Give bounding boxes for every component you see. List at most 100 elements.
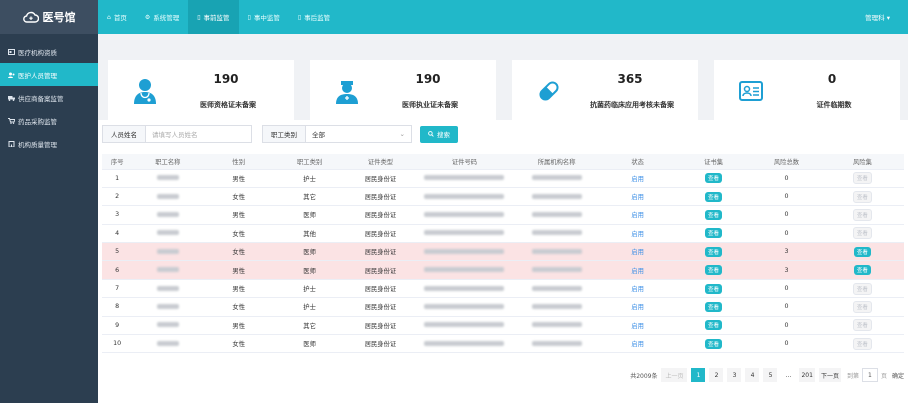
view-risk-button[interactable]: 查看 [853,265,871,276]
id-type: 居民身份证 [345,297,416,317]
goto-confirm-button[interactable]: 确定 [892,371,904,380]
table-row[interactable]: 8 女性 护士 居民身份证 启用 查看 0 查看 [102,297,904,317]
gender: 女性 [203,187,275,207]
row-index: 2 [102,187,133,207]
category-select[interactable]: 全部 ⌄ [306,125,412,143]
sidebar-item-3[interactable]: 药品采购监管 [0,109,98,132]
status-link[interactable]: 启用 [631,268,644,275]
id-number-redacted [415,334,514,354]
row-index: 5 [102,242,133,262]
stat-card-practice-license[interactable]: 190 医师执业证未备案 [310,60,496,122]
status: 启用 [600,242,676,262]
main-area: 190 医师资格证未备案 190 医师执业证未备案 365 抗菌药临床应用考核未… [98,34,908,403]
top-nav: ⌂ 首页 ⚙ 系统管理 ▯ 事前监管 ▯ 事中监管 ▯ 事后监管 管理科 ▾ [98,0,908,34]
name-search-input[interactable]: 请填写人员姓名 [146,125,252,143]
riskset-cell: 查看 [820,205,904,225]
table-row[interactable]: 7 男性 护士 居民身份证 启用 查看 0 查看 [102,279,904,299]
page-button[interactable]: 4 [745,368,760,382]
page-button-last[interactable]: 201 [799,368,815,382]
tab-2[interactable]: ▯ 事前监管 [188,0,239,34]
sidebar-item-4[interactable]: 机构质量管理 [0,132,98,155]
staff-name-redacted [132,279,204,299]
view-cert-button[interactable]: 查看 [705,209,723,220]
cert-cell: 查看 [675,316,753,336]
cert-cell: 查看 [675,224,753,244]
next-page-button[interactable]: 下一页 [818,368,841,382]
page-button[interactable]: 1 [691,368,706,382]
search-button-label: 搜索 [437,131,450,139]
cert-cell: 查看 [675,297,753,317]
status-link[interactable]: 启用 [631,176,644,183]
status-link[interactable]: 启用 [631,304,644,311]
table-row[interactable]: 10 女性 医师 居民身份证 启用 查看 0 查看 [102,334,904,354]
risk-count: 0 [752,169,821,188]
bookmark-icon: ▯ [197,13,201,21]
row-index: 6 [102,260,133,280]
view-cert-button[interactable]: 查看 [705,228,723,239]
search-button[interactable]: 搜索 [420,125,458,143]
status: 启用 [600,334,676,354]
table-body: 1 男性 护士 居民身份证 启用 查看 0 查看 2 女性 其它 居民身份证 启用 查看 0 查看 3 男性 医师居… [102,169,904,354]
table-row[interactable]: 5 女性 医师 居民身份证 启用 查看 3 查看 [102,242,904,262]
risk-count: 3 [752,242,821,262]
table-row[interactable]: 3 男性 医师 居民身份证 启用 查看 0 查看 [102,205,904,225]
app-logo[interactable]: 医号馆 [0,0,98,34]
sidebar-item-1[interactable]: 医护人员管理 [0,63,98,86]
app-title: 医号馆 [42,11,76,24]
status-link[interactable]: 启用 [631,286,644,293]
status-link[interactable]: 启用 [631,194,644,201]
column-header: 所属机构名称 [513,154,601,170]
sidebar-item-0[interactable]: 医疗机构资质 [0,40,98,63]
status-link[interactable]: 启用 [631,341,644,348]
sidebar-item-2[interactable]: 供应商备案监管 [0,86,98,109]
stat-card-expiring-certs[interactable]: 0 证件临期数 [714,60,900,122]
view-cert-button[interactable]: 查看 [705,283,723,294]
tab-4[interactable]: ▯ 事后监管 [289,0,339,34]
id-number-redacted [415,205,514,225]
id-type: 居民身份证 [345,242,416,262]
table-row[interactable]: 9 男性 其它 居民身份证 启用 查看 0 查看 [102,316,904,336]
table-row[interactable]: 1 男性 护士 居民身份证 启用 查看 0 查看 [102,169,904,188]
page-button[interactable]: 2 [709,368,724,382]
column-header: 证书集 [675,154,753,170]
table-row[interactable]: 4 女性 其他 居民身份证 启用 查看 0 查看 [102,224,904,244]
goto-page-input[interactable]: 1 [861,368,878,382]
page-button[interactable]: 5 [763,368,778,382]
view-cert-button[interactable]: 查看 [705,338,723,349]
sidebar-item-label: 医护人员管理 [18,71,57,80]
stat-value: 190 [213,72,239,86]
status-link[interactable]: 启用 [631,231,644,238]
tab-1[interactable]: ⚙ 系统管理 [136,0,188,34]
stat-card-antibiotic-exam[interactable]: 365 抗菌药临床应用考核未备案 [512,60,698,122]
table-row[interactable]: 2 女性 其它 居民身份证 启用 查看 0 查看 [102,187,904,207]
view-cert-button[interactable]: 查看 [705,301,723,312]
table-row[interactable]: 6 男性 医师 居民身份证 启用 查看 3 查看 [102,260,904,280]
view-cert-button[interactable]: 查看 [705,246,723,257]
staff-category: 护士 [274,297,345,317]
staff-category: 其它 [274,316,345,336]
user-menu[interactable]: 管理科 ▾ [865,0,908,34]
tab-3[interactable]: ▯ 事中监管 [239,0,289,34]
view-cert-button[interactable]: 查看 [705,173,723,184]
status: 启用 [600,224,676,244]
bookmark-icon: ▯ [297,13,302,21]
institution-redacted [513,297,601,317]
column-header: 风险总数 [752,154,821,170]
view-cert-button[interactable]: 查看 [705,191,723,202]
status-link[interactable]: 启用 [631,249,644,256]
status: 启用 [600,297,676,317]
prev-page-button[interactable]: 上一页 [661,368,688,382]
page-button[interactable]: 3 [727,368,742,382]
view-risk-button[interactable]: 查看 [853,246,871,257]
view-cert-button[interactable]: 查看 [705,265,723,276]
tab-0[interactable]: ⌂ 首页 [98,0,136,34]
view-cert-button[interactable]: 查看 [705,320,723,331]
status: 启用 [600,169,676,188]
institution-redacted [513,334,601,354]
cloud-logo-icon [22,11,39,23]
riskset-cell: 查看 [820,334,904,354]
stat-card-doctor-license[interactable]: 190 医师资格证未备案 [108,60,294,122]
tab-label: 事后监管 [304,14,331,22]
status-link[interactable]: 启用 [631,212,644,219]
status-link[interactable]: 启用 [631,323,644,330]
